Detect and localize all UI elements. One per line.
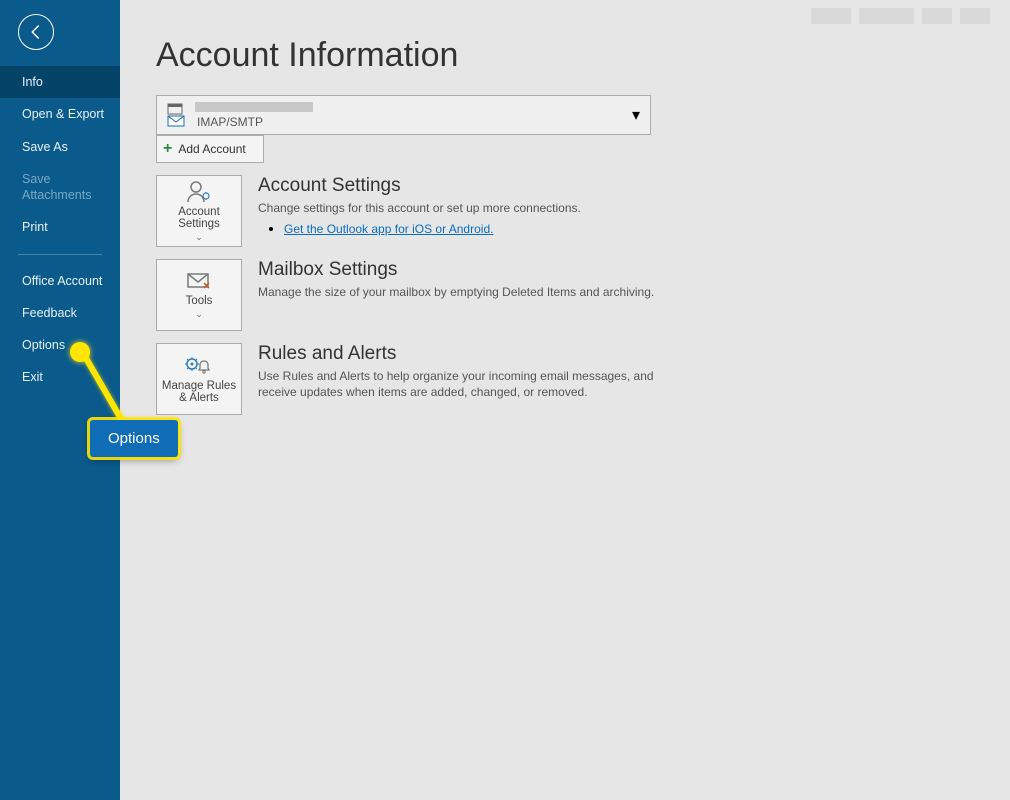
add-account-button[interactable]: + Add Account bbox=[156, 135, 264, 163]
tools-tile[interactable]: Tools ⌄ bbox=[156, 259, 242, 331]
nav-save-as[interactable]: Save As bbox=[0, 131, 120, 163]
nav-feedback[interactable]: Feedback bbox=[0, 297, 120, 329]
nav-info[interactable]: Info bbox=[0, 66, 120, 98]
page-title: Account Information bbox=[156, 36, 974, 75]
plus-icon: + bbox=[163, 140, 172, 158]
nav-primary: Info Open & Export Save As Save Attachme… bbox=[0, 66, 120, 394]
gear-bell-icon bbox=[184, 354, 214, 376]
annotation-marker bbox=[70, 342, 90, 362]
section-desc: Manage the size of your mailbox by empty… bbox=[258, 284, 654, 300]
add-account-label: Add Account bbox=[178, 142, 245, 156]
window-controls-redacted bbox=[811, 8, 990, 24]
rules-alerts-tile[interactable]: Manage Rules & Alerts bbox=[156, 343, 242, 415]
nav-divider bbox=[18, 254, 102, 255]
account-email-redacted bbox=[195, 102, 313, 112]
back-button[interactable] bbox=[18, 14, 54, 50]
nav-print[interactable]: Print bbox=[0, 211, 120, 243]
nav-save-attachments: Save Attachments bbox=[0, 163, 120, 212]
arrow-left-icon bbox=[27, 23, 45, 41]
account-selector[interactable]: IMAP/SMTP ▾ bbox=[156, 95, 651, 135]
calendar-icon bbox=[167, 103, 185, 115]
section-desc: Change settings for this account or set … bbox=[258, 200, 581, 216]
chevron-down-icon: ⌄ bbox=[195, 309, 203, 320]
tile-label: Manage Rules & Alerts bbox=[157, 380, 241, 404]
tile-label: Account Settings bbox=[157, 206, 241, 230]
section-heading: Account Settings bbox=[258, 175, 581, 197]
annotation-callout: Options bbox=[90, 420, 178, 457]
nav-office-account[interactable]: Office Account bbox=[0, 265, 120, 297]
account-icon bbox=[167, 103, 185, 127]
backstage-sidebar: Info Open & Export Save As Save Attachme… bbox=[0, 0, 120, 800]
tile-label: Tools bbox=[186, 295, 213, 307]
outlook-app-link[interactable]: Get the Outlook app for iOS or Android. bbox=[284, 222, 493, 236]
chevron-down-icon: ▾ bbox=[632, 105, 640, 125]
mailbox-tools-icon bbox=[186, 271, 212, 291]
chevron-down-icon: ⌄ bbox=[195, 232, 203, 243]
section-heading: Mailbox Settings bbox=[258, 259, 654, 281]
account-type: IMAP/SMTP bbox=[197, 115, 313, 129]
nav-open-export[interactable]: Open & Export bbox=[0, 98, 120, 130]
mail-icon bbox=[167, 115, 185, 127]
main-panel: Account Information IMAP/SMTP ▾ + Add Ac… bbox=[120, 0, 1010, 800]
person-gear-icon bbox=[186, 180, 212, 202]
nav-options[interactable]: Options bbox=[0, 329, 120, 361]
section-desc: Use Rules and Alerts to help organize yo… bbox=[258, 368, 658, 400]
section-heading: Rules and Alerts bbox=[258, 343, 658, 365]
account-settings-tile[interactable]: Account Settings ⌄ bbox=[156, 175, 242, 247]
